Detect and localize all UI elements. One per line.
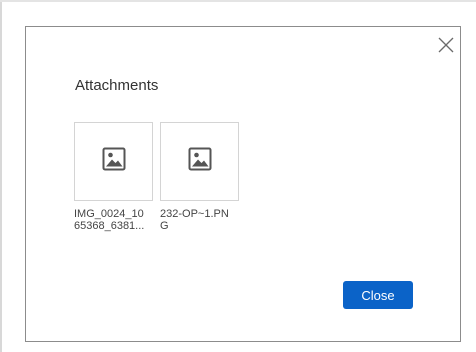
- image-file-icon: [188, 147, 212, 176]
- attachments-dialog: Attachments IMG_0024_10 65368_6381... 23…: [25, 26, 461, 342]
- attachment-thumbnail[interactable]: [160, 122, 239, 201]
- page: Attachments IMG_0024_10 65368_6381... 23…: [0, 0, 476, 352]
- attachment-thumbnail[interactable]: [74, 122, 153, 201]
- dialog-title: Attachments: [75, 77, 159, 94]
- file-name-line: IMG_0024_10: [74, 208, 144, 220]
- backdrop-edge-left: [0, 0, 2, 352]
- close-button[interactable]: Close: [343, 281, 413, 309]
- attachments-list: IMG_0024_10 65368_6381... 232-OP~1.PN G: [74, 122, 239, 232]
- attachment-item[interactable]: 232-OP~1.PN G: [160, 122, 239, 232]
- file-name-line: G: [160, 220, 169, 232]
- file-name-line: 65368_6381...: [74, 220, 145, 232]
- file-name-line: 232-OP~1.PN: [160, 208, 229, 220]
- attachment-file-name: 232-OP~1.PN G: [160, 208, 239, 232]
- backdrop-edge-top: [0, 0, 476, 2]
- attachment-item[interactable]: IMG_0024_10 65368_6381...: [74, 122, 153, 232]
- attachment-file-name: IMG_0024_10 65368_6381...: [74, 208, 153, 232]
- close-icon[interactable]: [437, 36, 455, 54]
- image-file-icon: [102, 147, 126, 176]
